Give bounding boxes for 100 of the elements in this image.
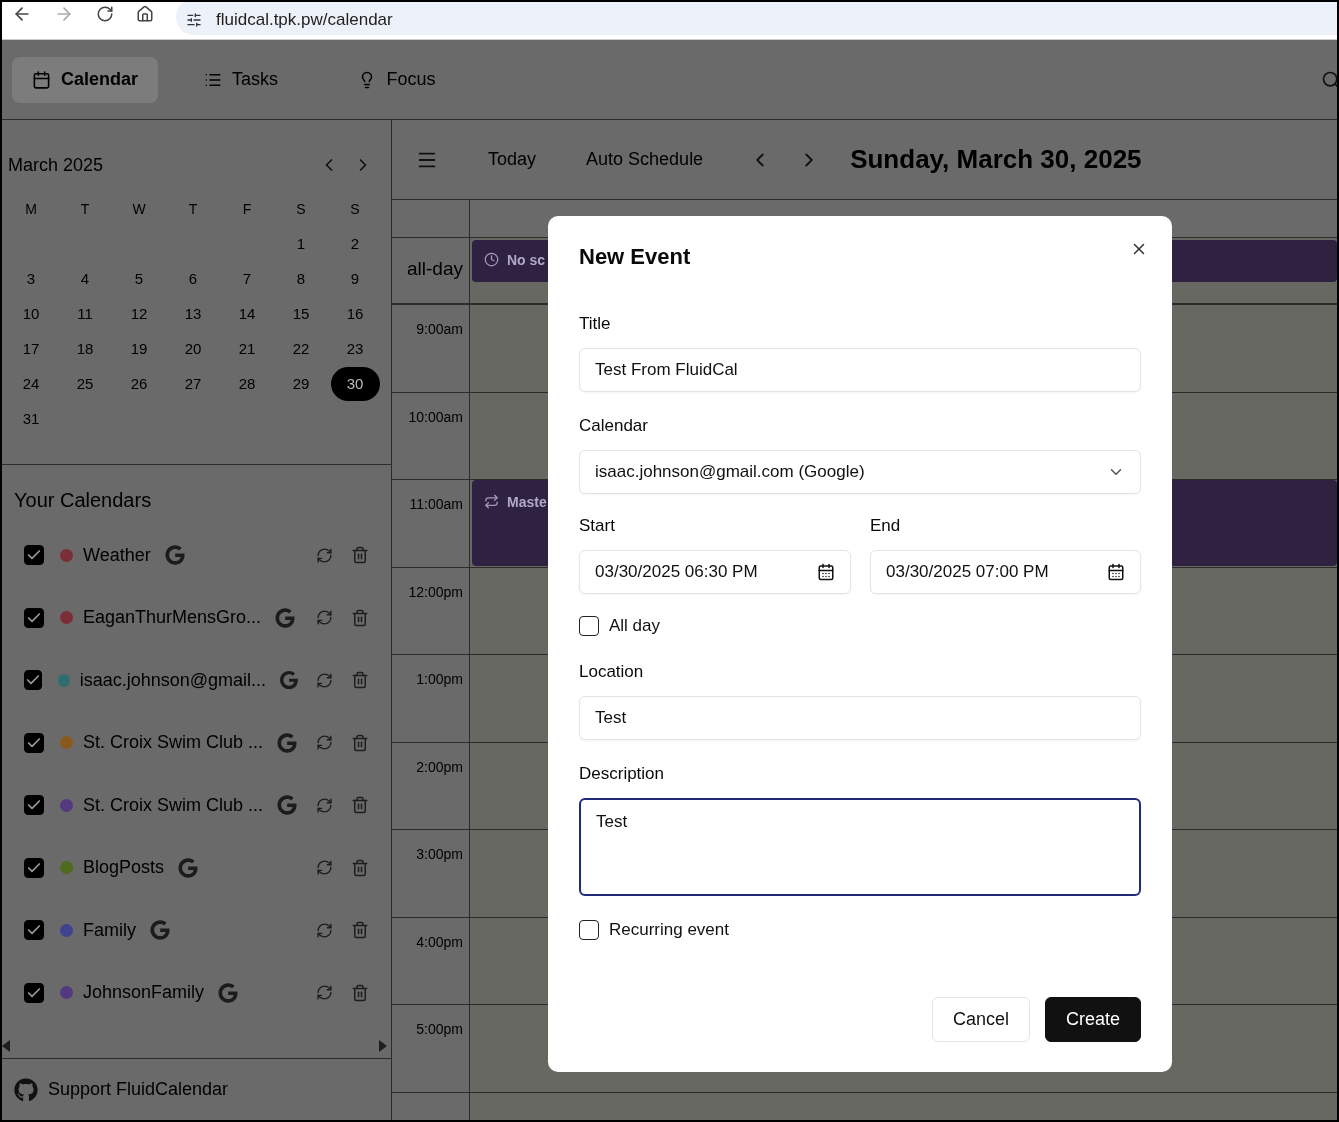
google-icon	[277, 795, 298, 816]
trash-icon[interactable]	[351, 858, 369, 877]
calendar-day[interactable]: 25	[76, 367, 94, 401]
calendar-day[interactable]: 14	[238, 297, 256, 331]
location-field[interactable]: Test	[579, 696, 1141, 740]
nav-tab[interactable]: Focus	[324, 56, 470, 103]
auto-schedule-button[interactable]: Auto Schedule	[586, 149, 704, 170]
field-label: Title	[579, 314, 612, 334]
calendar-icon[interactable]	[1107, 563, 1125, 581]
address-bar[interactable]: fluidcal.tpk.pw/calendar	[176, 2, 1337, 35]
checkbox[interactable]	[579, 920, 599, 940]
field-label: End	[870, 516, 902, 536]
date-time-field[interactable]: 03/30/2025 07:00 PM	[870, 550, 1141, 594]
calendar-day[interactable]: 15	[292, 297, 310, 331]
sync-icon[interactable]	[316, 859, 333, 877]
google-icon	[280, 670, 298, 691]
sync-icon[interactable]	[316, 984, 333, 1002]
support-link[interactable]: Support FluidCalendar	[48, 1079, 229, 1100]
cancel-button[interactable]: Cancel	[931, 997, 1030, 1042]
calendar-day[interactable]: 22	[292, 332, 310, 366]
calendar-day[interactable]: 21	[238, 332, 256, 366]
calendar-day[interactable]: 8	[296, 262, 306, 296]
calendar-day[interactable]: 7	[242, 262, 252, 296]
site-info-icon[interactable]	[186, 11, 202, 28]
calendar-day[interactable]: 23	[346, 332, 364, 366]
weekday-label: S	[295, 200, 307, 219]
checkbox[interactable]	[579, 616, 599, 636]
checkbox-label: All day	[609, 616, 661, 636]
checkbox[interactable]	[24, 670, 43, 691]
calendar-day[interactable]: 4	[80, 262, 90, 296]
calendar-day[interactable]: 28	[238, 367, 256, 401]
trash-icon[interactable]	[351, 921, 369, 940]
date-title: Sunday, March 30, 2025	[850, 144, 1142, 175]
checkbox[interactable]	[24, 857, 44, 878]
trash-icon[interactable]	[351, 608, 369, 627]
trash-icon[interactable]	[351, 983, 369, 1002]
calendar-day[interactable]: 2	[350, 227, 360, 261]
weekday-label: T	[79, 200, 91, 219]
dialog-title: New Event	[579, 244, 692, 270]
sync-icon[interactable]	[316, 609, 333, 627]
calendar-day[interactable]: 9	[350, 262, 360, 296]
checkbox-label: Recurring event	[609, 920, 729, 940]
calendar-day[interactable]: 5	[134, 262, 144, 296]
google-icon	[277, 732, 298, 753]
calendar-day[interactable]: 10	[22, 297, 40, 331]
calendar-day[interactable]: 6	[188, 262, 198, 296]
sync-icon[interactable]	[316, 796, 333, 814]
calendar-day[interactable]: 1	[296, 227, 306, 261]
calendar-name: EaganThurMensGro...	[83, 607, 262, 629]
field-label: Description	[579, 764, 666, 784]
nav-tab[interactable]: Calendar	[12, 56, 158, 103]
today-button[interactable]: Today	[488, 149, 537, 170]
calendar-day[interactable]: 27	[184, 367, 202, 401]
checkbox[interactable]	[24, 545, 44, 566]
calendar-day[interactable]: 20	[184, 332, 202, 366]
calendar-day[interactable]: 26	[130, 367, 148, 401]
scroll-left-icon[interactable]	[2, 1040, 10, 1052]
weekday-label: W	[131, 200, 147, 219]
weekday-label: S	[349, 200, 361, 219]
reload-icon[interactable]	[96, 4, 114, 23]
checkbox[interactable]	[24, 920, 44, 941]
calendar-day[interactable]: 29	[292, 367, 310, 401]
title-field[interactable]: Test From FluidCal	[579, 348, 1141, 392]
calendar-day[interactable]: 24	[22, 367, 40, 401]
checkbox[interactable]	[24, 607, 44, 628]
checkbox[interactable]	[24, 982, 44, 1003]
create-button[interactable]: Create	[1044, 997, 1141, 1042]
sync-icon[interactable]	[316, 546, 333, 564]
description-field[interactable]: Test	[579, 798, 1141, 896]
calendar-day[interactable]: 3	[26, 262, 36, 296]
scroll-right-icon[interactable]	[379, 1040, 387, 1052]
calendar-day[interactable]: 11	[77, 297, 93, 331]
nav-tab[interactable]: Tasks	[168, 56, 314, 103]
date-time-field[interactable]: 03/30/2025 06:30 PM	[579, 550, 851, 594]
calendar-day[interactable]: 17	[22, 332, 40, 366]
calendar-select[interactable]: isaac.johnson@gmail.com (Google)	[579, 450, 1141, 494]
sync-icon[interactable]	[316, 921, 333, 939]
calendar-icon[interactable]	[817, 563, 835, 581]
checkbox[interactable]	[24, 795, 44, 816]
calendar-day[interactable]: 31	[22, 402, 40, 436]
calendar-day[interactable]: 30	[330, 367, 380, 401]
calendar-day[interactable]: 12	[130, 297, 148, 331]
sync-icon[interactable]	[316, 734, 333, 752]
trash-icon[interactable]	[351, 671, 369, 690]
home-icon[interactable]	[136, 4, 154, 23]
calendar-day[interactable]: 18	[76, 332, 94, 366]
calendar-name: Family	[83, 919, 136, 941]
weekday-label: M	[24, 200, 38, 219]
checkbox[interactable]	[24, 732, 44, 753]
trash-icon[interactable]	[351, 733, 369, 752]
calendar-name: isaac.johnson@gmail...	[79, 669, 267, 691]
trash-icon[interactable]	[351, 546, 369, 565]
github-icon[interactable]	[14, 1077, 38, 1102]
calendar-day[interactable]: 19	[130, 332, 148, 366]
calendar-day[interactable]: 16	[346, 297, 364, 331]
trash-icon[interactable]	[351, 796, 369, 815]
sync-icon[interactable]	[316, 671, 333, 689]
calendar-name: St. Croix Swim Club ...	[83, 732, 264, 754]
calendar-day[interactable]: 13	[184, 297, 202, 331]
search-icon[interactable]	[1321, 69, 1337, 90]
